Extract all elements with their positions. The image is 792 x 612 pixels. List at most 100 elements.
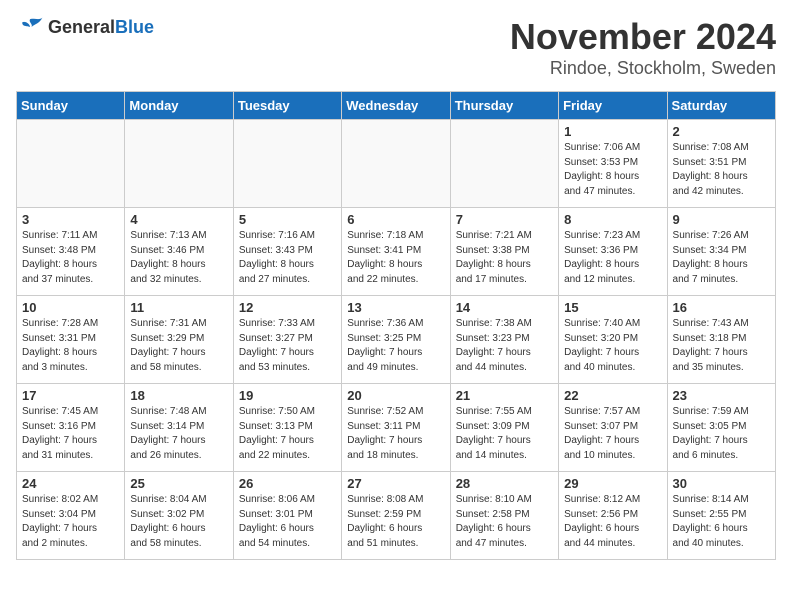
calendar-cell: 5Sunrise: 7:16 AM Sunset: 3:43 PM Daylig…: [233, 208, 341, 296]
day-number: 26: [239, 476, 336, 491]
day-number: 28: [456, 476, 553, 491]
calendar-cell: 27 Sunrise: 8:08 AM Sunset: 2:59 PM Dayli…: [342, 472, 450, 560]
calendar-cell: 3 Sunrise: 7:11 AM Sunset: 3:48 PM Daylig…: [17, 208, 125, 296]
calendar-cell: 11 Sunrise: 7:31 AM Sunset: 3:29 PM Dayli…: [125, 296, 233, 384]
logo: GeneralBlue: [16, 16, 154, 38]
day-number: 20: [347, 388, 444, 403]
day-info: Sunrise: 8:02 AM Sunset: 3:04 PM Dayligh…: [22, 493, 119, 551]
day-info: Sunrise: 7:43 AM Sunset: 3:18 PM Dayligh…: [673, 317, 770, 375]
day-number: 8: [564, 212, 661, 227]
day-number: 11: [130, 300, 227, 315]
calendar-cell: 23 Sunrise: 7:59 AM Sunset: 3:05 PM Dayli…: [667, 384, 775, 472]
day-info: Sunrise: 8:10 AM Sunset: 2:58 PM Dayligh…: [456, 493, 553, 551]
day-number: 6: [347, 212, 444, 227]
weekday-header-friday: Friday: [559, 92, 667, 120]
day-info: Sunrise: 7:52 AM Sunset: 3:11 PM Dayligh…: [347, 405, 444, 463]
calendar-cell: 25 Sunrise: 8:04 AM Sunset: 3:02 PM Dayli…: [125, 472, 233, 560]
calendar-cell: 9Sunrise: 7:26 AM Sunset: 3:34 PM Daylig…: [667, 208, 775, 296]
day-number: 23: [673, 388, 770, 403]
calendar-cell: 30 Sunrise: 8:14 AM Sunset: 2:55 PM Dayli…: [667, 472, 775, 560]
day-info: Sunrise: 8:06 AM Sunset: 3:01 PM Dayligh…: [239, 493, 336, 551]
day-number: 17: [22, 388, 119, 403]
calendar-cell: [342, 120, 450, 208]
logo-blue-text: Blue: [115, 17, 154, 37]
day-info: Sunrise: 7:31 AM Sunset: 3:29 PM Dayligh…: [130, 317, 227, 375]
logo-general-text: General: [48, 17, 115, 37]
calendar-cell: 4 Sunrise: 7:13 AM Sunset: 3:46 PM Daylig…: [125, 208, 233, 296]
day-info: Sunrise: 7:36 AM Sunset: 3:25 PM Dayligh…: [347, 317, 444, 375]
day-info: Sunrise: 7:21 AM Sunset: 3:38 PM Dayligh…: [456, 229, 553, 287]
day-number: 27: [347, 476, 444, 491]
day-number: 7: [456, 212, 553, 227]
day-info: Sunrise: 7:08 AM Sunset: 3:51 PM Dayligh…: [673, 141, 770, 199]
calendar-cell: [17, 120, 125, 208]
calendar-cell: 14 Sunrise: 7:38 AM Sunset: 3:23 PM Dayli…: [450, 296, 558, 384]
day-info: Sunrise: 8:14 AM Sunset: 2:55 PM Dayligh…: [673, 493, 770, 551]
day-info: Sunrise: 7:26 AM Sunset: 3:34 PM Dayligh…: [673, 229, 770, 287]
day-number: 21: [456, 388, 553, 403]
day-info: Sunrise: 7:23 AM Sunset: 3:36 PM Dayligh…: [564, 229, 661, 287]
calendar-cell: 1Sunrise: 7:06 AM Sunset: 3:53 PM Daylig…: [559, 120, 667, 208]
day-number: 30: [673, 476, 770, 491]
day-info: Sunrise: 7:40 AM Sunset: 3:20 PM Dayligh…: [564, 317, 661, 375]
location-title: Rindoe, Stockholm, Sweden: [510, 58, 776, 79]
day-number: 14: [456, 300, 553, 315]
calendar-cell: 17Sunrise: 7:45 AM Sunset: 3:16 PM Dayli…: [17, 384, 125, 472]
day-number: 19: [239, 388, 336, 403]
day-number: 18: [130, 388, 227, 403]
calendar-cell: 10Sunrise: 7:28 AM Sunset: 3:31 PM Dayli…: [17, 296, 125, 384]
day-number: 29: [564, 476, 661, 491]
calendar-cell: 7 Sunrise: 7:21 AM Sunset: 3:38 PM Daylig…: [450, 208, 558, 296]
day-number: 24: [22, 476, 119, 491]
day-info: Sunrise: 7:48 AM Sunset: 3:14 PM Dayligh…: [130, 405, 227, 463]
day-info: Sunrise: 7:13 AM Sunset: 3:46 PM Dayligh…: [130, 229, 227, 287]
day-info: Sunrise: 7:16 AM Sunset: 3:43 PM Dayligh…: [239, 229, 336, 287]
weekday-header-monday: Monday: [125, 92, 233, 120]
day-number: 22: [564, 388, 661, 403]
calendar-cell: 20 Sunrise: 7:52 AM Sunset: 3:11 PM Dayli…: [342, 384, 450, 472]
weekday-header-saturday: Saturday: [667, 92, 775, 120]
month-title: November 2024: [510, 16, 776, 58]
calendar-cell: 29 Sunrise: 8:12 AM Sunset: 2:56 PM Dayli…: [559, 472, 667, 560]
calendar-cell: 19 Sunrise: 7:50 AM Sunset: 3:13 PM Dayli…: [233, 384, 341, 472]
calendar-cell: 28 Sunrise: 8:10 AM Sunset: 2:58 PM Dayli…: [450, 472, 558, 560]
day-number: 15: [564, 300, 661, 315]
calendar-cell: 24 Sunrise: 8:02 AM Sunset: 3:04 PM Dayli…: [17, 472, 125, 560]
page-header: GeneralBlue November 2024 Rindoe, Stockh…: [16, 16, 776, 79]
calendar-cell: 26 Sunrise: 8:06 AM Sunset: 3:01 PM Dayli…: [233, 472, 341, 560]
title-block: November 2024 Rindoe, Stockholm, Sweden: [510, 16, 776, 79]
weekday-header-wednesday: Wednesday: [342, 92, 450, 120]
day-info: Sunrise: 7:38 AM Sunset: 3:23 PM Dayligh…: [456, 317, 553, 375]
day-number: 16: [673, 300, 770, 315]
day-info: Sunrise: 7:57 AM Sunset: 3:07 PM Dayligh…: [564, 405, 661, 463]
calendar-cell: 12Sunrise: 7:33 AM Sunset: 3:27 PM Dayli…: [233, 296, 341, 384]
calendar-cell: 8 Sunrise: 7:23 AM Sunset: 3:36 PM Daylig…: [559, 208, 667, 296]
logo-icon: [16, 16, 44, 38]
day-info: Sunrise: 7:06 AM Sunset: 3:53 PM Dayligh…: [564, 141, 661, 199]
day-number: 10: [22, 300, 119, 315]
calendar-cell: 22 Sunrise: 7:57 AM Sunset: 3:07 PM Dayli…: [559, 384, 667, 472]
day-number: 13: [347, 300, 444, 315]
calendar-cell: 21 Sunrise: 7:55 AM Sunset: 3:09 PM Dayli…: [450, 384, 558, 472]
calendar-cell: 18 Sunrise: 7:48 AM Sunset: 3:14 PM Dayli…: [125, 384, 233, 472]
day-info: Sunrise: 7:50 AM Sunset: 3:13 PM Dayligh…: [239, 405, 336, 463]
day-info: Sunrise: 7:55 AM Sunset: 3:09 PM Dayligh…: [456, 405, 553, 463]
day-info: Sunrise: 7:59 AM Sunset: 3:05 PM Dayligh…: [673, 405, 770, 463]
weekday-header-tuesday: Tuesday: [233, 92, 341, 120]
day-number: 4: [130, 212, 227, 227]
calendar-cell: 16 Sunrise: 7:43 AM Sunset: 3:18 PM Dayli…: [667, 296, 775, 384]
calendar-table: SundayMondayTuesdayWednesdayThursdayFrid…: [16, 91, 776, 560]
day-number: 3: [22, 212, 119, 227]
day-number: 2: [673, 124, 770, 139]
day-info: Sunrise: 8:04 AM Sunset: 3:02 PM Dayligh…: [130, 493, 227, 551]
day-number: 12: [239, 300, 336, 315]
day-number: 25: [130, 476, 227, 491]
calendar-cell: 2 Sunrise: 7:08 AM Sunset: 3:51 PM Daylig…: [667, 120, 775, 208]
day-info: Sunrise: 7:11 AM Sunset: 3:48 PM Dayligh…: [22, 229, 119, 287]
day-info: Sunrise: 8:12 AM Sunset: 2:56 PM Dayligh…: [564, 493, 661, 551]
day-info: Sunrise: 8:08 AM Sunset: 2:59 PM Dayligh…: [347, 493, 444, 551]
weekday-header-sunday: Sunday: [17, 92, 125, 120]
calendar-cell: 15 Sunrise: 7:40 AM Sunset: 3:20 PM Dayli…: [559, 296, 667, 384]
calendar-cell: [125, 120, 233, 208]
weekday-header-thursday: Thursday: [450, 92, 558, 120]
